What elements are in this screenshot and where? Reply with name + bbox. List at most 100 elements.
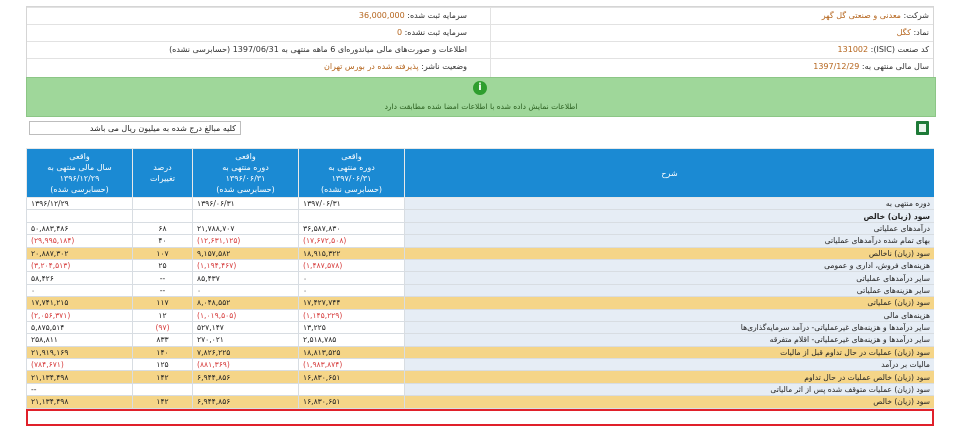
issuer-status-label: وضعیت ناشر: bbox=[421, 62, 467, 71]
table-row: ۵۰,۸۸۳,۴۸۶ ۶۸ ۲۱,۷۸۸,۷۰۷ ۳۶,۵۸۷,۸۳۰ درآمدهای… bbox=[26, 221, 934, 236]
row-description: سود (زیان) خالص bbox=[404, 395, 934, 409]
row-description: دوره منتهی به bbox=[404, 196, 934, 211]
row-description: سایر هزینه‌های عملیاتی bbox=[404, 283, 934, 298]
row-value: ۵۸,۴۲۶ bbox=[26, 271, 133, 285]
row-description: هزینه‌های فروش، اداری و عمومی bbox=[404, 258, 934, 273]
table-row: ۲۱,۱۳۴,۴۹۸ ۱۴۲ ۶,۹۴۴,۸۵۶ ۱۶,۸۳۰,۶۵۱ سود (زیا… bbox=[26, 370, 934, 384]
table-row: ۱۷,۷۴۱,۲۱۵ ۱۱۷ ۸,۰۴۸,۵۵۲ ۱۷,۴۲۷,۷۴۴ سود (زیا… bbox=[26, 296, 934, 310]
row-value: ۱۳۹۷/۰۶/۳۱ bbox=[298, 196, 405, 211]
row-value: ۱۶,۸۳۰,۶۵۱ bbox=[298, 370, 405, 384]
row-value: ۲۵۸,۸۱۱ bbox=[26, 333, 133, 347]
row-value: ۱۲۵ bbox=[132, 358, 193, 372]
table-row: (۲۹,۹۹۵,۱۸۴) ۴۰ (۱۲,۶۳۱,۱۲۵) (۱۷,۶۷۲,۵۰۸) به… bbox=[26, 234, 934, 248]
table-row: ۵,۸۷۵,۵۱۴ (۹۷) ۵۲۷,۱۴۷ ۱۳,۲۲۵ سایر درآمدها و… bbox=[26, 320, 934, 335]
row-value: ۸۳۳ bbox=[132, 333, 193, 347]
row-description: سایر درآمدها و هزینه‌های غیرعملیاتی- درآ… bbox=[404, 320, 934, 335]
row-value bbox=[132, 196, 193, 211]
row-value: ۱۷,۴۲۷,۷۴۴ bbox=[298, 296, 405, 310]
info-row-company: شرکت: معدنی و صنعتی گل گهر سرمایه ثبت شد… bbox=[27, 7, 933, 25]
header-period-1396: واقعی دوره منتهی به ۱۳۹۶/۰۶/۳۱ (حسابرسی شده… bbox=[192, 148, 299, 198]
table-row: ۱۳۹۶/۱۲/۲۹ ۱۳۹۶/۰۶/۳۱ ۱۳۹۷/۰۶/۳۱ دوره منتهی… bbox=[26, 196, 934, 211]
fiscal-year-label: سال مالی منتهی به: bbox=[861, 62, 929, 71]
financial-table: واقعی سال مالی منتهی به ۱۳۹۶/۱۲/۲۹ (حسابرسی… bbox=[26, 148, 934, 409]
row-value: ۶,۹۴۴,۸۵۶ bbox=[192, 395, 299, 409]
table-row: (۲,۰۵۶,۳۷۱) ۱۲ (۱,۰۱۹,۵۰۵) (۱,۱۴۵,۲۲۹) هزینه… bbox=[26, 308, 934, 322]
row-value: (۱,۰۱۹,۵۰۵) bbox=[192, 308, 299, 322]
header-annual-1396: واقعی سال مالی منتهی به ۱۳۹۶/۱۲/۲۹ (حسابرسی… bbox=[26, 148, 133, 198]
row-value: (۸۸۱,۳۶۹) bbox=[192, 358, 299, 372]
row-description: هزینه‌های مالی bbox=[404, 308, 934, 322]
row-value: (۱,۹۸۳,۸۷۴) bbox=[298, 358, 405, 372]
row-value: ۰ bbox=[298, 271, 405, 285]
row-value: ۳۶,۵۸۷,۸۳۰ bbox=[298, 221, 405, 236]
table-row: -- سود (زیان) عملیات متوقف شده پس از اثر … bbox=[26, 382, 934, 397]
row-value: ۵۲۷,۱۴۷ bbox=[192, 320, 299, 335]
row-value: ۰ bbox=[298, 283, 405, 298]
row-value bbox=[132, 209, 193, 223]
header-period-1397: واقعی دوره منتهی به ۱۳۹۷/۰۶/۳۱ (حسابرسی نشد… bbox=[298, 148, 405, 198]
row-value: ۸,۰۴۸,۵۵۲ bbox=[192, 296, 299, 310]
report-title: اطلاعات و صورت‌های مالی میاندوره‌ای 6 ما… bbox=[169, 45, 467, 54]
row-value: ۱۴۲ bbox=[132, 395, 193, 409]
header-change-percent: درصد تغییرات bbox=[132, 148, 193, 198]
row-description: درآمدهای عملیاتی bbox=[404, 221, 934, 236]
row-description: سایر درآمدها و هزینه‌های غیرعملیاتی- اقل… bbox=[404, 333, 934, 347]
row-value: -- bbox=[132, 283, 193, 298]
info-row-symbol: نماد: کگل سرمایه ثبت نشده: 0 bbox=[27, 24, 933, 42]
company-label: شرکت: bbox=[903, 11, 929, 20]
row-value: ۸۵,۴۳۷ bbox=[192, 271, 299, 285]
row-value: (۱,۱۹۴,۴۶۷) bbox=[192, 258, 299, 273]
row-value: ۲۵ bbox=[132, 258, 193, 273]
symbol-value: کگل bbox=[896, 28, 911, 37]
registered-capital-value: 36,000,000 bbox=[358, 11, 405, 20]
row-description: سود (زیان) ناخالص bbox=[404, 246, 934, 260]
financial-table-container: واقعی سال مالی منتهی به ۱۳۹۶/۱۲/۲۹ (حسابرسی… bbox=[26, 148, 934, 430]
row-value: ۱۳۹۶/۱۲/۲۹ bbox=[26, 196, 133, 211]
row-value: ۲۱,۷۸۸,۷۰۷ bbox=[192, 221, 299, 236]
row-value: ۹,۱۵۷,۵۸۲ bbox=[192, 246, 299, 260]
row-description: سود (زیان) عملیات در حال تداوم قبل از ما… bbox=[404, 345, 934, 360]
unregistered-capital-value: 0 bbox=[396, 28, 403, 37]
info-row-isic: کد صنعت (ISIC): 131002 اطلاعات و صورت‌ها… bbox=[27, 41, 933, 59]
registered-capital-label: سرمایه ثبت شده: bbox=[407, 11, 467, 20]
row-value: ۱۱۷ bbox=[132, 296, 193, 310]
row-value: ۱۴۰ bbox=[132, 345, 193, 360]
row-value: (۷۸۴,۶۷۱) bbox=[26, 358, 133, 372]
row-description: مالیات بر درآمد bbox=[404, 358, 934, 372]
row-value: ۲۱,۱۳۴,۴۹۸ bbox=[26, 370, 133, 384]
row-value bbox=[298, 209, 405, 223]
row-value: (۳,۲۰۴,۵۱۳) bbox=[26, 258, 133, 273]
fiscal-year-value: 1397/12/29 bbox=[813, 62, 860, 71]
row-value: ۲۱,۱۳۴,۴۹۸ bbox=[26, 395, 133, 409]
row-value: ۱۳۹۶/۰۶/۳۱ bbox=[192, 196, 299, 211]
row-value: ۱۸,۸۱۳,۵۲۵ bbox=[298, 345, 405, 360]
info-icon: i bbox=[473, 81, 487, 95]
company-value: معدنی و صنعتی گل گهر bbox=[821, 11, 901, 20]
row-description: سود (زیان) خالص bbox=[404, 209, 934, 223]
table-row: ۰ -- ۰ ۰ سایر هزینه‌های عملیاتی bbox=[26, 283, 934, 298]
excel-export-icon[interactable] bbox=[916, 121, 929, 135]
table-row: (۳,۲۰۴,۵۱۳) ۲۵ (۱,۱۹۴,۴۶۷) (۱,۴۸۷,۵۷۸) هزینه… bbox=[26, 258, 934, 273]
row-value: (۲,۰۵۶,۳۷۱) bbox=[26, 308, 133, 322]
row-value bbox=[26, 209, 133, 223]
row-value: ۷,۸۲۶,۲۲۵ bbox=[192, 345, 299, 360]
row-value: ۵,۸۷۵,۵۱۴ bbox=[26, 320, 133, 335]
row-value: ۴۰ bbox=[132, 234, 193, 248]
table-row: ۲۰,۸۸۷,۳۰۲ ۱۰۷ ۹,۱۵۷,۵۸۲ ۱۸,۹۱۵,۳۲۲ سود (زیا… bbox=[26, 246, 934, 260]
row-value: ۶۸ bbox=[132, 221, 193, 236]
row-value: ۱۰۷ bbox=[132, 246, 193, 260]
row-description: سایر درآمدهای عملیاتی bbox=[404, 271, 934, 285]
row-value bbox=[192, 209, 299, 223]
row-value bbox=[192, 382, 299, 397]
table-header-row: واقعی سال مالی منتهی به ۱۳۹۶/۱۲/۲۹ (حسابرسی… bbox=[26, 148, 934, 198]
isic-label: کد صنعت (ISIC): bbox=[870, 45, 929, 54]
table-row: (۷۸۴,۶۷۱) ۱۲۵ (۸۸۱,۳۶۹) (۱,۹۸۳,۸۷۴) مالیات ب… bbox=[26, 358, 934, 372]
symbol-label: نماد: bbox=[913, 28, 929, 37]
row-value: -- bbox=[26, 382, 133, 397]
row-value: (۱۲,۶۳۱,۱۲۵) bbox=[192, 234, 299, 248]
info-row-fiscal: سال مالی منتهی به: 1397/12/29 وضعیت ناشر… bbox=[27, 58, 933, 76]
signature-notice: i اطلاعات نمایش داده شده با اطلاعات امضا… bbox=[26, 77, 936, 117]
row-value: ۲۱,۹۱۹,۱۶۹ bbox=[26, 345, 133, 360]
unit-note: کلیه مبالغ درج شده به میلیون ریال می باش… bbox=[29, 121, 241, 135]
table-row: ۵۸,۴۲۶ -- ۸۵,۴۳۷ ۰ سایر درآمدهای عملیاتی bbox=[26, 271, 934, 285]
